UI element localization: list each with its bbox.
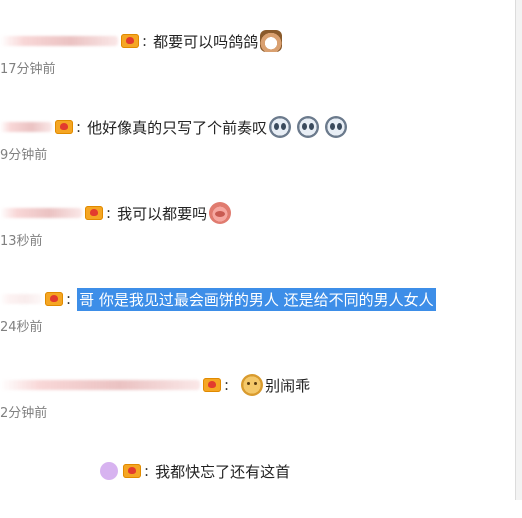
vip-badge-icon — [45, 292, 63, 306]
blurred-username — [0, 122, 52, 132]
vip-badge-icon — [121, 34, 139, 48]
comment-item: : 他好像真的只写了个前奏叹 9分钟前 — [0, 114, 514, 174]
comment-time: 9分钟前 — [0, 148, 48, 163]
vip-badge-icon — [85, 206, 103, 220]
colon: : — [106, 204, 112, 222]
comment-text: 别闹乖 — [265, 376, 311, 395]
blurred-username — [0, 36, 118, 46]
cat-emoji-icon — [260, 30, 283, 52]
pig-emoji-icon — [209, 202, 232, 224]
scrollbar[interactable] — [515, 0, 522, 500]
crying-emoji-icon — [297, 116, 320, 138]
colon: : — [66, 290, 72, 308]
comment-item: : 都要可以吗鸽鸽 17分钟前 — [0, 28, 514, 88]
comment-text: 他好像真的只写了个前奏叹 — [87, 118, 268, 137]
comment-time: 17分钟前 — [0, 62, 56, 77]
vip-badge-icon — [203, 378, 221, 392]
comment-item: : 别闹乖 2分钟前 — [0, 372, 514, 432]
comment-text-selected[interactable]: 哥 你是我见过最会画饼的男人 还是给不同的男人女人 — [77, 287, 436, 311]
blurred-username — [0, 208, 82, 218]
comment-time: 24秒前 — [0, 320, 43, 335]
dog-emoji-icon — [241, 374, 264, 396]
blurred-username — [0, 380, 200, 390]
comment-time: 2分钟前 — [0, 406, 48, 421]
avatar — [100, 462, 118, 480]
comment-text: 我都快忘了还有这首 — [155, 462, 291, 481]
colon: : — [144, 462, 150, 480]
vip-badge-icon — [55, 120, 73, 134]
colon: : — [224, 376, 230, 394]
comment-time: 13秒前 — [0, 234, 43, 249]
comment-item: : 哥 你是我见过最会画饼的男人 还是给不同的男人女人 24秒前 — [0, 286, 514, 346]
comment-item: : 我可以都要吗 13秒前 — [0, 200, 514, 260]
comment-text: 我可以都要吗 — [117, 204, 208, 223]
blurred-username — [0, 294, 42, 304]
colon: : — [76, 118, 82, 136]
colon: : — [142, 32, 148, 50]
vip-badge-icon — [123, 464, 141, 478]
crying-emoji-icon — [325, 116, 348, 138]
crying-emoji-icon — [269, 116, 292, 138]
comment-text: 都要可以吗鸽鸽 — [153, 32, 259, 51]
comment-item: : 我都快忘了还有这首 — [0, 458, 514, 518]
